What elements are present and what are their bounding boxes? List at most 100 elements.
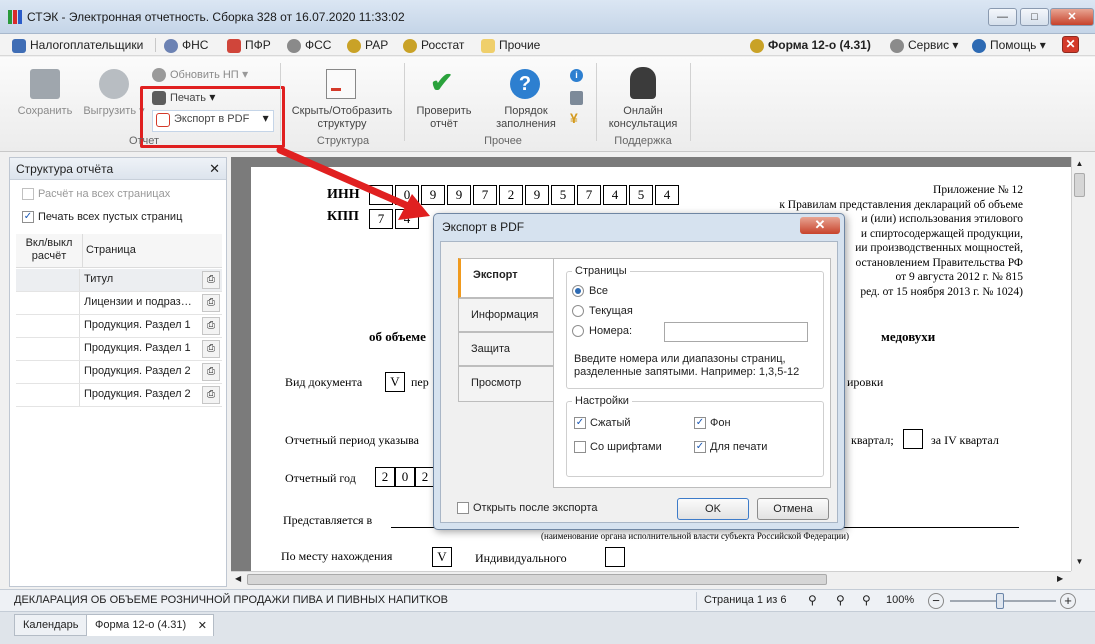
tab-form[interactable]: Форма 12-о (4.31) ✕ (86, 614, 214, 636)
doc-type-cell[interactable]: V (385, 372, 405, 392)
inn-cell[interactable]: 9 (447, 185, 471, 205)
zoom-level: 100% (886, 594, 915, 606)
fill-order-button[interactable]: ? Порядок заполнения (490, 65, 562, 133)
year-cell[interactable]: 2 (415, 467, 435, 487)
export-pdf-button[interactable]: Экспорт в PDF ▾ (152, 110, 274, 132)
menu-rosstat[interactable]: Росстат (403, 37, 464, 53)
hscroll-thumb[interactable] (247, 574, 827, 585)
radio-current[interactable]: Текущая (572, 305, 633, 318)
table-row[interactable]: Продукция. Раздел 1 ⎙ (16, 338, 222, 361)
menu-rar[interactable]: РАР (347, 37, 388, 53)
zoom-slider-thumb[interactable] (996, 593, 1004, 609)
page-numbers-input[interactable] (664, 322, 808, 342)
tab-preview[interactable]: Просмотр (458, 366, 554, 402)
upload-button[interactable]: Выгрузить ▾ (82, 65, 146, 125)
printer-icon[interactable]: ⎙ (202, 386, 220, 404)
close-panel-icon[interactable]: ✕ (209, 161, 220, 177)
inn-cell[interactable]: 7 (577, 185, 601, 205)
inn-cell[interactable]: 5 (551, 185, 575, 205)
currency-icon[interactable]: ¥ (570, 111, 583, 126)
q4-cell[interactable] (903, 429, 923, 449)
open-after-checkbox[interactable]: Открыть после экспорта (457, 502, 597, 515)
printer-icon[interactable]: ⎙ (202, 317, 220, 335)
save-button[interactable]: Сохранить (14, 65, 76, 125)
table-row[interactable]: Продукция. Раздел 1 ⎙ (16, 315, 222, 338)
checkmark-icon: ✔ (430, 67, 454, 98)
scrollbar-thumb[interactable] (1074, 173, 1085, 197)
scroll-left-icon[interactable]: ◀ (235, 574, 241, 583)
close-form-icon[interactable]: ✕ (1062, 36, 1079, 53)
printer-icon[interactable]: ⎙ (202, 340, 220, 358)
online-consultation-button[interactable]: Онлайн консультация (602, 65, 684, 133)
inn-cell[interactable]: 4 (655, 185, 679, 205)
zoom-fit-icon[interactable]: ⚲ (836, 593, 845, 607)
menu-service[interactable]: Сервис ▾ (890, 37, 958, 53)
zoom-in-button[interactable]: + (1060, 593, 1076, 609)
with-fonts-checkbox[interactable]: Со шрифтами (574, 441, 662, 454)
radio-all[interactable]: Все (572, 285, 608, 298)
menu-fns[interactable]: ФНС (164, 37, 208, 53)
ok-button[interactable]: OK (677, 498, 749, 520)
inn-cell[interactable]: 7 (473, 185, 497, 205)
tab-calendar[interactable]: Календарь (14, 614, 88, 636)
zoom-out-button[interactable]: − (928, 593, 944, 609)
window-title: СТЭК - Электронная отчетность. Сборка 32… (27, 10, 405, 24)
year-cell[interactable]: 0 (395, 467, 415, 487)
help-icon (972, 38, 986, 53)
structure-icon (326, 69, 356, 99)
table-row[interactable]: Продукция. Раздел 2 ⎙ (16, 384, 222, 407)
menu-taxpayers[interactable]: Налогоплательщики (12, 37, 143, 53)
tab-info[interactable]: Информация (458, 298, 554, 332)
radio-numbers[interactable]: Номера: (572, 325, 632, 338)
minimize-button[interactable]: — (988, 8, 1017, 26)
menu-pfr[interactable]: ПФР (227, 37, 271, 53)
menu-fss[interactable]: ФСС (287, 37, 331, 53)
toggle-structure-button[interactable]: Скрыть/Отобразить структуру (286, 65, 398, 133)
calc-all-checkbox[interactable]: Расчёт на всех страницах (22, 188, 170, 201)
calculator-icon[interactable] (570, 91, 583, 105)
zoom-in-page-icon[interactable]: ⚲ (862, 593, 871, 607)
print-button[interactable]: Печать ▾ (152, 90, 272, 108)
group-other-label: Прочее (484, 135, 522, 147)
inn-cell[interactable]: 5 (629, 185, 653, 205)
tab-protection[interactable]: Защита (458, 332, 554, 366)
background-checkbox[interactable]: ✓ Фон (694, 417, 731, 430)
printer-icon[interactable]: ⎙ (202, 271, 220, 289)
vertical-scrollbar[interactable]: ▲ ▼ (1071, 157, 1087, 571)
table-row[interactable]: Лицензии и подраз… ⎙ (16, 292, 222, 315)
inn-cell[interactable]: 2 (499, 185, 523, 205)
horizontal-scrollbar[interactable]: ◀ ▶ (231, 571, 1071, 587)
update-np-button[interactable]: Обновить НП ▾ (152, 67, 282, 85)
printer-icon (152, 90, 166, 105)
menu-other[interactable]: Прочие (481, 37, 540, 53)
table-row[interactable]: Продукция. Раздел 2 ⎙ (16, 361, 222, 384)
dialog-close-button[interactable]: ✕ (800, 217, 840, 234)
check-report-button[interactable]: ✔ Проверить отчёт (410, 65, 478, 133)
printer-icon[interactable]: ⎙ (202, 363, 220, 381)
maximize-button[interactable]: □ (1020, 8, 1049, 26)
individual-cell[interactable] (605, 547, 625, 567)
person-icon (152, 67, 166, 82)
location-cell[interactable]: V (432, 547, 452, 567)
menu-divider (155, 38, 156, 52)
print-empty-checkbox[interactable]: ✓ Печать всех пустых страниц (22, 211, 182, 224)
printer-icon[interactable]: ⎙ (202, 294, 220, 312)
info-icon[interactable]: i (570, 69, 583, 82)
zoom-out-page-icon[interactable]: ⚲ (808, 593, 817, 607)
tab-export[interactable]: Экспорт (458, 258, 554, 298)
close-tab-icon[interactable]: ✕ (198, 619, 207, 632)
page-indicator: Страница 1 из 6 (704, 594, 787, 606)
inn-cell[interactable]: 9 (525, 185, 549, 205)
close-window-button[interactable]: ✕ (1050, 8, 1094, 26)
for-print-checkbox[interactable]: ✓ Для печати (694, 441, 767, 454)
menu-help[interactable]: Помощь ▾ (972, 37, 1046, 53)
year-cell[interactable]: 2 (375, 467, 395, 487)
scroll-up-icon[interactable]: ▲ (1074, 159, 1085, 169)
menu-form[interactable]: Форма 12-о (4.31) (750, 37, 871, 53)
scroll-right-icon[interactable]: ▶ (1057, 574, 1063, 583)
compressed-checkbox[interactable]: ✓ Сжатый (574, 417, 631, 430)
table-row[interactable]: Титул ⎙ (16, 269, 222, 292)
scroll-down-icon[interactable]: ▼ (1074, 557, 1085, 567)
inn-cell[interactable]: 4 (603, 185, 627, 205)
cancel-button[interactable]: Отмена (757, 498, 829, 520)
